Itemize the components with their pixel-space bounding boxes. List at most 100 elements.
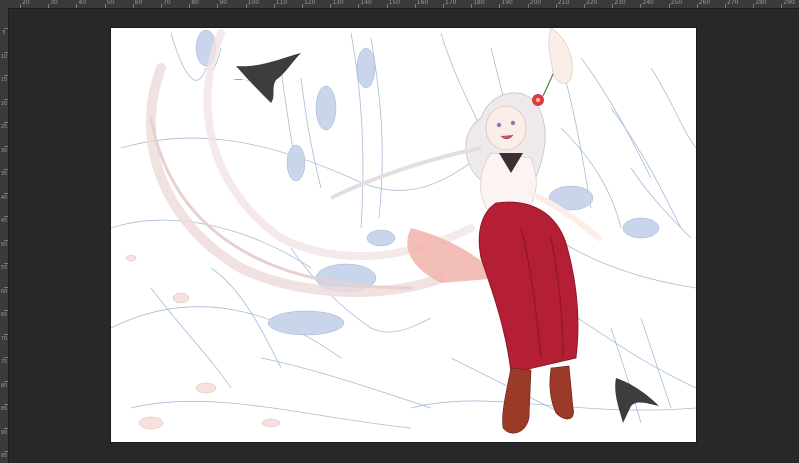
ruler-tick (668, 4, 670, 8)
ruler-tick (273, 4, 275, 8)
ruler-tick (527, 4, 529, 8)
ruler-label: 150 (388, 0, 401, 6)
ruler-tick (20, 4, 21, 8)
ruler-tick (499, 4, 501, 8)
ruler-label: 50 (106, 0, 115, 6)
ruler-tick (4, 145, 8, 147)
ruler-tick (612, 4, 614, 8)
ruler-label: 90 (219, 0, 228, 6)
ruler-label: 210 (557, 0, 570, 6)
ruler-label: 280 (755, 0, 767, 6)
ruler-tick (4, 239, 8, 241)
ruler-tick (161, 4, 162, 8)
ruler-tick (4, 263, 8, 264)
ruler-tick (104, 4, 106, 8)
ruler-tick (4, 427, 8, 429)
ruler-label: 10 (0, 53, 8, 60)
ruler-tick (4, 51, 8, 53)
ruler-label: 30 (0, 147, 8, 154)
ruler-tick (753, 4, 755, 8)
swallow-top-left (233, 53, 301, 103)
ruler-tick (696, 4, 698, 8)
ruler-label: 80 (0, 382, 8, 389)
ruler-label: 15 (0, 77, 8, 83)
ruler-label: 140 (360, 0, 372, 6)
ruler-tick (189, 4, 191, 8)
ruler-tick (414, 4, 416, 8)
ruler-label: 240 (642, 0, 654, 6)
document-canvas[interactable] (111, 28, 696, 442)
eye-left (496, 122, 502, 128)
ruler-tick (4, 75, 8, 76)
ruler-tick (555, 4, 557, 8)
ruler-label: 260 (698, 0, 711, 6)
ruler-tick (330, 4, 332, 8)
ruler-label: 290 (783, 0, 795, 6)
ruler-label: 5 (2, 30, 6, 36)
ruler-tick (4, 286, 8, 288)
ruler-label: 130 (332, 0, 344, 6)
ruler-label: 180 (473, 0, 485, 6)
ruler-label: 70 (0, 335, 8, 342)
artwork (111, 28, 696, 434)
ruler-tick (386, 4, 388, 8)
ruler-label: 170 (445, 0, 457, 6)
ruler-label: 270 (727, 0, 739, 6)
ruler-tick (4, 28, 8, 29)
horizontal-ruler[interactable]: 20 30 40 50 60 70 80 90 100 110 120 130 140 150 160 170… (0, 0, 799, 9)
ruler-label: 55 (0, 265, 8, 271)
ruler-label: 50 (0, 241, 8, 248)
ruler-label: 190 (501, 0, 513, 6)
ruler-label: 95 (0, 453, 8, 459)
ruler-label: 40 (0, 194, 8, 201)
ruler-tick (4, 122, 8, 123)
ruler-tick (76, 4, 78, 8)
ruler-tick (4, 310, 8, 311)
ruler-label: 40 (78, 0, 87, 6)
ruler-tick (4, 357, 8, 358)
ruler-tick (4, 169, 8, 170)
ruler-tick (302, 4, 303, 8)
ruler-label: 20 (0, 100, 8, 107)
ruler-label: 60 (0, 288, 8, 295)
ruler-label: 200 (529, 0, 542, 6)
ruler-tick (48, 4, 50, 8)
ruler-label: 70 (163, 0, 171, 6)
ruler-label: 80 (191, 0, 199, 6)
ruler-label: 20 (22, 0, 30, 6)
ruler-tick (4, 451, 8, 452)
ruler-tick (132, 4, 134, 8)
ruler-tick (4, 192, 8, 194)
ruler-tick (4, 216, 8, 217)
ruler-label: 30 (50, 0, 58, 6)
ruler-label: 75 (0, 359, 8, 365)
ruler-tick (4, 404, 8, 405)
ruler-label: 90 (0, 429, 8, 436)
left-boot (502, 367, 532, 434)
ruler-tick (245, 4, 247, 8)
ruler-tick (443, 4, 444, 8)
ruler-label: 45 (0, 218, 8, 224)
swallow-bottom-right (615, 378, 659, 423)
ruler-tick (4, 380, 8, 382)
right-boot (549, 365, 574, 420)
ruler-label: 35 (0, 171, 8, 177)
ruler-tick (358, 4, 360, 8)
ruler-label: 230 (614, 0, 626, 6)
ruler-label: 85 (0, 406, 8, 412)
ruler-label: 65 (0, 312, 8, 318)
falling-petals (125, 254, 281, 430)
ruler-tick (640, 4, 642, 8)
ruler-label: 60 (134, 0, 143, 6)
ruler-tick (781, 4, 783, 8)
ruler-tick (584, 4, 585, 8)
ruler-label: 220 (586, 0, 598, 6)
ruler-label: 160 (416, 0, 429, 6)
eye-right (510, 120, 516, 126)
ruler-label: 100 (247, 0, 260, 6)
character-face (485, 105, 527, 151)
ruler-label: 120 (304, 0, 316, 6)
ruler-label: 110 (275, 0, 288, 6)
ruler-label: 25 (0, 124, 8, 130)
vertical-ruler[interactable]: 5 10 15 20 25 30 35 40 45 50 55 60 65 70 75 80 85 90 95 (0, 8, 9, 463)
